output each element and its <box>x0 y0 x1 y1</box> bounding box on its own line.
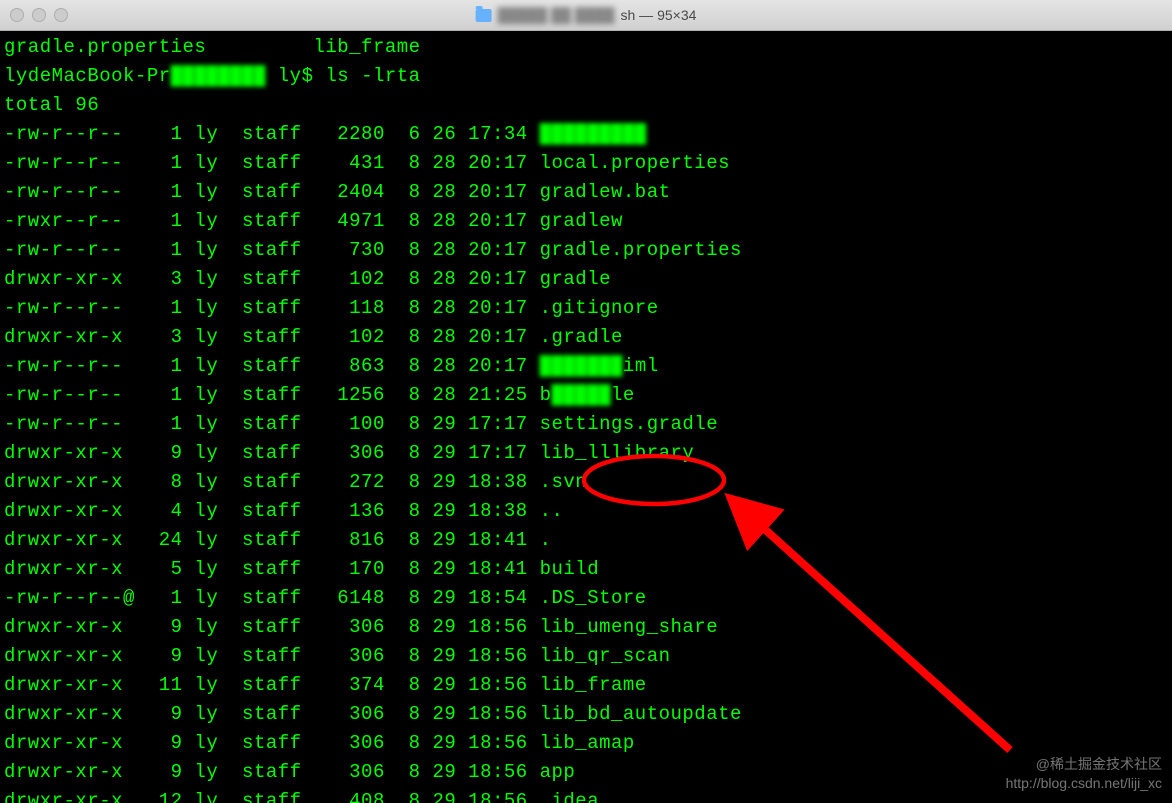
traffic-lights <box>10 8 68 22</box>
title-blur: █████ ██ ████ <box>498 7 615 23</box>
minimize-button[interactable] <box>32 8 46 22</box>
title-suffix: sh — 95×34 <box>621 7 697 23</box>
terminal-content[interactable]: gradle.properties lib_framelydeMacBook-P… <box>0 31 1172 803</box>
folder-icon <box>476 9 492 22</box>
window-title: █████ ██ ████ sh — 95×34 <box>476 7 697 23</box>
window-title-bar: █████ ██ ████ sh — 95×34 <box>0 0 1172 31</box>
close-button[interactable] <box>10 8 24 22</box>
zoom-button[interactable] <box>54 8 68 22</box>
